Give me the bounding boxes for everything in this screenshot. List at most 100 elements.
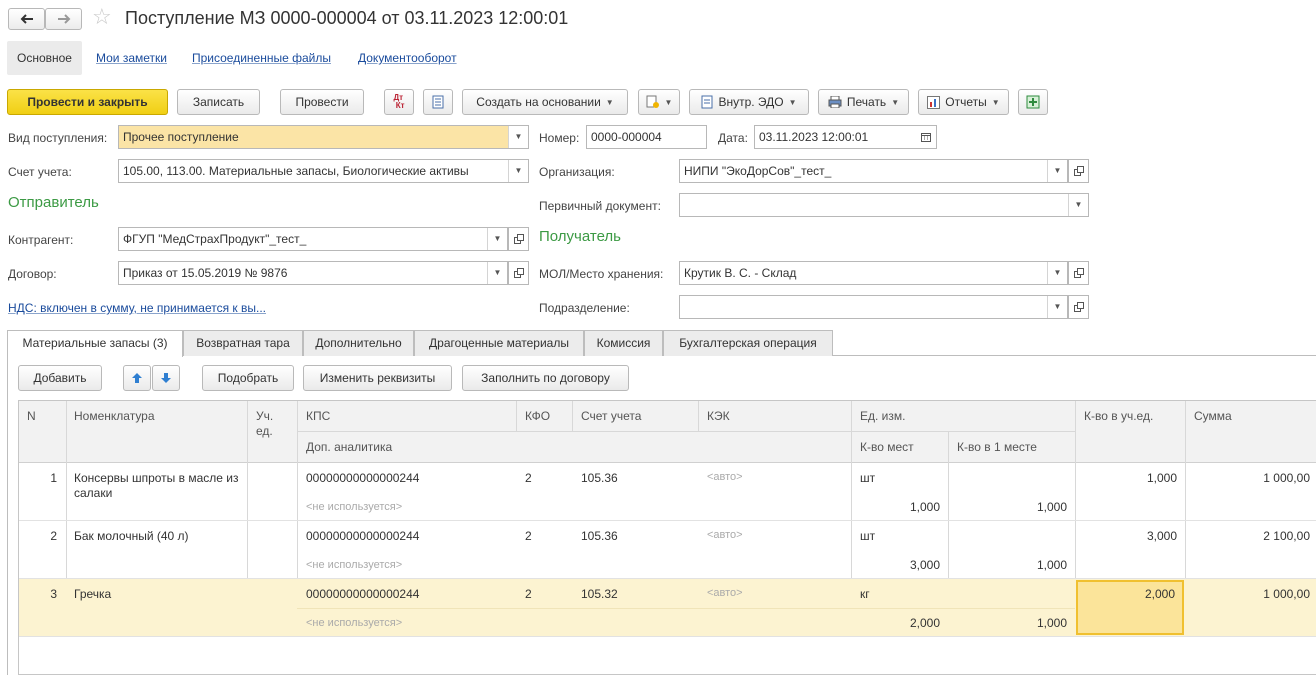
- print-button[interactable]: Печать ▼: [818, 89, 909, 115]
- forward-button[interactable]: [45, 8, 82, 30]
- calendar-icon[interactable]: [916, 126, 936, 148]
- save-button[interactable]: Записать: [177, 89, 260, 115]
- open-window-icon: [513, 234, 524, 244]
- back-button[interactable]: [8, 8, 45, 30]
- contract-field[interactable]: Приказ от 15.05.2019 № 9876 ▼: [118, 261, 508, 285]
- tab-precious-materials[interactable]: Драгоценные материалы: [414, 330, 584, 356]
- col-qty[interactable]: К-во в уч.ед.: [1084, 409, 1153, 423]
- row-account: 105.36: [581, 471, 618, 485]
- row-name: Бак молочный (40 л): [74, 529, 189, 543]
- chevron-down-icon[interactable]: ▼: [508, 160, 528, 182]
- col-kek[interactable]: КЭК: [707, 409, 730, 423]
- add-row-button[interactable]: Добавить: [18, 365, 102, 391]
- primary-doc-label: Первичный документ:: [539, 199, 661, 213]
- chevron-down-icon[interactable]: ▼: [1047, 262, 1067, 284]
- account-field[interactable]: 105.00, 113.00. Материальные запасы, Био…: [118, 159, 529, 183]
- row-qty: 3,000: [1146, 529, 1177, 543]
- tab-notes[interactable]: Мои заметки: [96, 41, 167, 75]
- receipt-type-field[interactable]: Прочее поступление ▼: [118, 125, 529, 149]
- receipt-type-label: Вид поступления:: [8, 131, 108, 145]
- table-row-selected[interactable]: 3 Гречка 00000000000000244 <не используе…: [19, 579, 1316, 637]
- tab-files[interactable]: Присоединенные файлы: [192, 41, 331, 75]
- debit-credit-button[interactable]: Дт Кт: [384, 89, 414, 115]
- post-and-close-button[interactable]: Провести и закрыть: [7, 89, 168, 115]
- row-account: 105.32: [581, 587, 618, 601]
- tab-returnable-containers[interactable]: Возвратная тара: [183, 330, 303, 356]
- chevron-down-icon[interactable]: ▼: [1047, 296, 1067, 318]
- col-places[interactable]: К-во мест: [860, 440, 914, 454]
- org-field[interactable]: НИПИ "ЭкоДорСов"_тест_ ▼: [679, 159, 1068, 183]
- internal-edo-button[interactable]: Внутр. ЭДО ▼: [689, 89, 809, 115]
- col-sep: [572, 401, 573, 432]
- row-number: 3: [50, 587, 57, 601]
- row-places: 3,000: [909, 558, 940, 572]
- pick-button[interactable]: Подобрать: [202, 365, 294, 391]
- arrow-right-icon: [57, 14, 70, 24]
- row-kfo: 2: [525, 471, 532, 485]
- row-per-place: 1,000: [1036, 500, 1067, 514]
- chevron-down-icon[interactable]: ▼: [508, 126, 528, 148]
- org-label: Организация:: [539, 165, 615, 179]
- move-up-button[interactable]: [123, 365, 151, 391]
- chevron-down-icon[interactable]: ▼: [1068, 194, 1088, 216]
- table-header: N Номенклатура Уч. ед. КПС Доп. аналитик…: [19, 401, 1316, 463]
- tab-docflow[interactable]: Документооборот: [358, 41, 457, 75]
- favorite-star-icon[interactable]: ☆: [92, 6, 112, 28]
- excel-button[interactable]: [1018, 89, 1048, 115]
- contractor-label: Контрагент:: [8, 233, 74, 247]
- open-division-button[interactable]: [1068, 295, 1089, 319]
- tab-additional[interactable]: Дополнительно: [303, 330, 414, 356]
- tab-accounting-operation[interactable]: Бухгалтерская операция: [663, 330, 833, 356]
- col-sep: [698, 401, 699, 432]
- open-mol-button[interactable]: [1068, 261, 1089, 285]
- mol-field[interactable]: Крутик В. С. - Склад ▼: [679, 261, 1068, 285]
- chevron-down-icon[interactable]: ▼: [1047, 160, 1067, 182]
- reports-button[interactable]: Отчеты ▼: [918, 89, 1009, 115]
- primary-doc-field[interactable]: ▼: [679, 193, 1089, 217]
- row-divider: [297, 608, 1075, 609]
- attach-button[interactable]: ▼: [638, 89, 680, 115]
- post-button[interactable]: Провести: [280, 89, 364, 115]
- col-kps[interactable]: КПС: [306, 409, 330, 423]
- create-based-on-button[interactable]: Создать на основании ▼: [462, 89, 628, 115]
- chevron-down-icon[interactable]: ▼: [487, 262, 507, 284]
- tab-main[interactable]: Основное: [7, 41, 82, 75]
- col-extra[interactable]: Доп. аналитика: [306, 440, 392, 454]
- col-account[interactable]: Счет учета: [581, 409, 641, 423]
- col-sum[interactable]: Сумма: [1194, 409, 1232, 423]
- row-kps: 00000000000000244: [306, 471, 420, 485]
- col-uom[interactable]: Ед. изм.: [860, 409, 905, 423]
- col-kfo[interactable]: КФО: [525, 409, 550, 423]
- row-places: 2,000: [909, 616, 940, 630]
- open-contractor-button[interactable]: [508, 227, 529, 251]
- chevron-down-icon: ▼: [605, 97, 614, 107]
- move-down-button[interactable]: [152, 365, 180, 391]
- table-row[interactable]: 2 Бак молочный (40 л) 00000000000000244 …: [19, 521, 1316, 579]
- document-icon: [701, 95, 713, 109]
- row-qty: 2,000: [1144, 587, 1175, 601]
- open-contract-button[interactable]: [508, 261, 529, 285]
- contractor-field[interactable]: ФГУП "МедСтрахПродукт"_тест_ ▼: [118, 227, 508, 251]
- division-field[interactable]: ▼: [679, 295, 1068, 319]
- row-kek: <авто>: [707, 587, 743, 599]
- vat-link[interactable]: НДС: включен в сумму, не принимается к в…: [8, 301, 266, 315]
- fill-by-contract-button[interactable]: Заполнить по договору: [462, 365, 629, 391]
- col-unit[interactable]: Уч. ед.: [256, 409, 286, 439]
- open-org-button[interactable]: [1068, 159, 1089, 183]
- table-row[interactable]: 1 Консервы шпроты в масле из салаки 0000…: [19, 463, 1316, 521]
- active-cell-qty[interactable]: 2,000: [1076, 580, 1184, 635]
- chevron-down-icon: ▼: [991, 97, 1000, 107]
- col-n[interactable]: N: [27, 409, 36, 423]
- tab-commission[interactable]: Комиссия: [584, 330, 663, 356]
- change-props-button[interactable]: Изменить реквизиты: [303, 365, 452, 391]
- date-field[interactable]: 03.11.2023 12:00:01: [754, 125, 937, 149]
- row-kek: <авто>: [707, 471, 743, 483]
- col-per-place[interactable]: К-во в 1 месте: [957, 440, 1037, 454]
- col-nomenclature[interactable]: Номенклатура: [74, 409, 155, 423]
- materials-table: N Номенклатура Уч. ед. КПС Доп. аналитик…: [18, 400, 1316, 675]
- row-kps: 00000000000000244: [306, 587, 420, 601]
- tab-materials[interactable]: Материальные запасы (3): [7, 330, 183, 357]
- chevron-down-icon[interactable]: ▼: [487, 228, 507, 250]
- number-field[interactable]: 0000-000004: [586, 125, 707, 149]
- journal-button[interactable]: [423, 89, 453, 115]
